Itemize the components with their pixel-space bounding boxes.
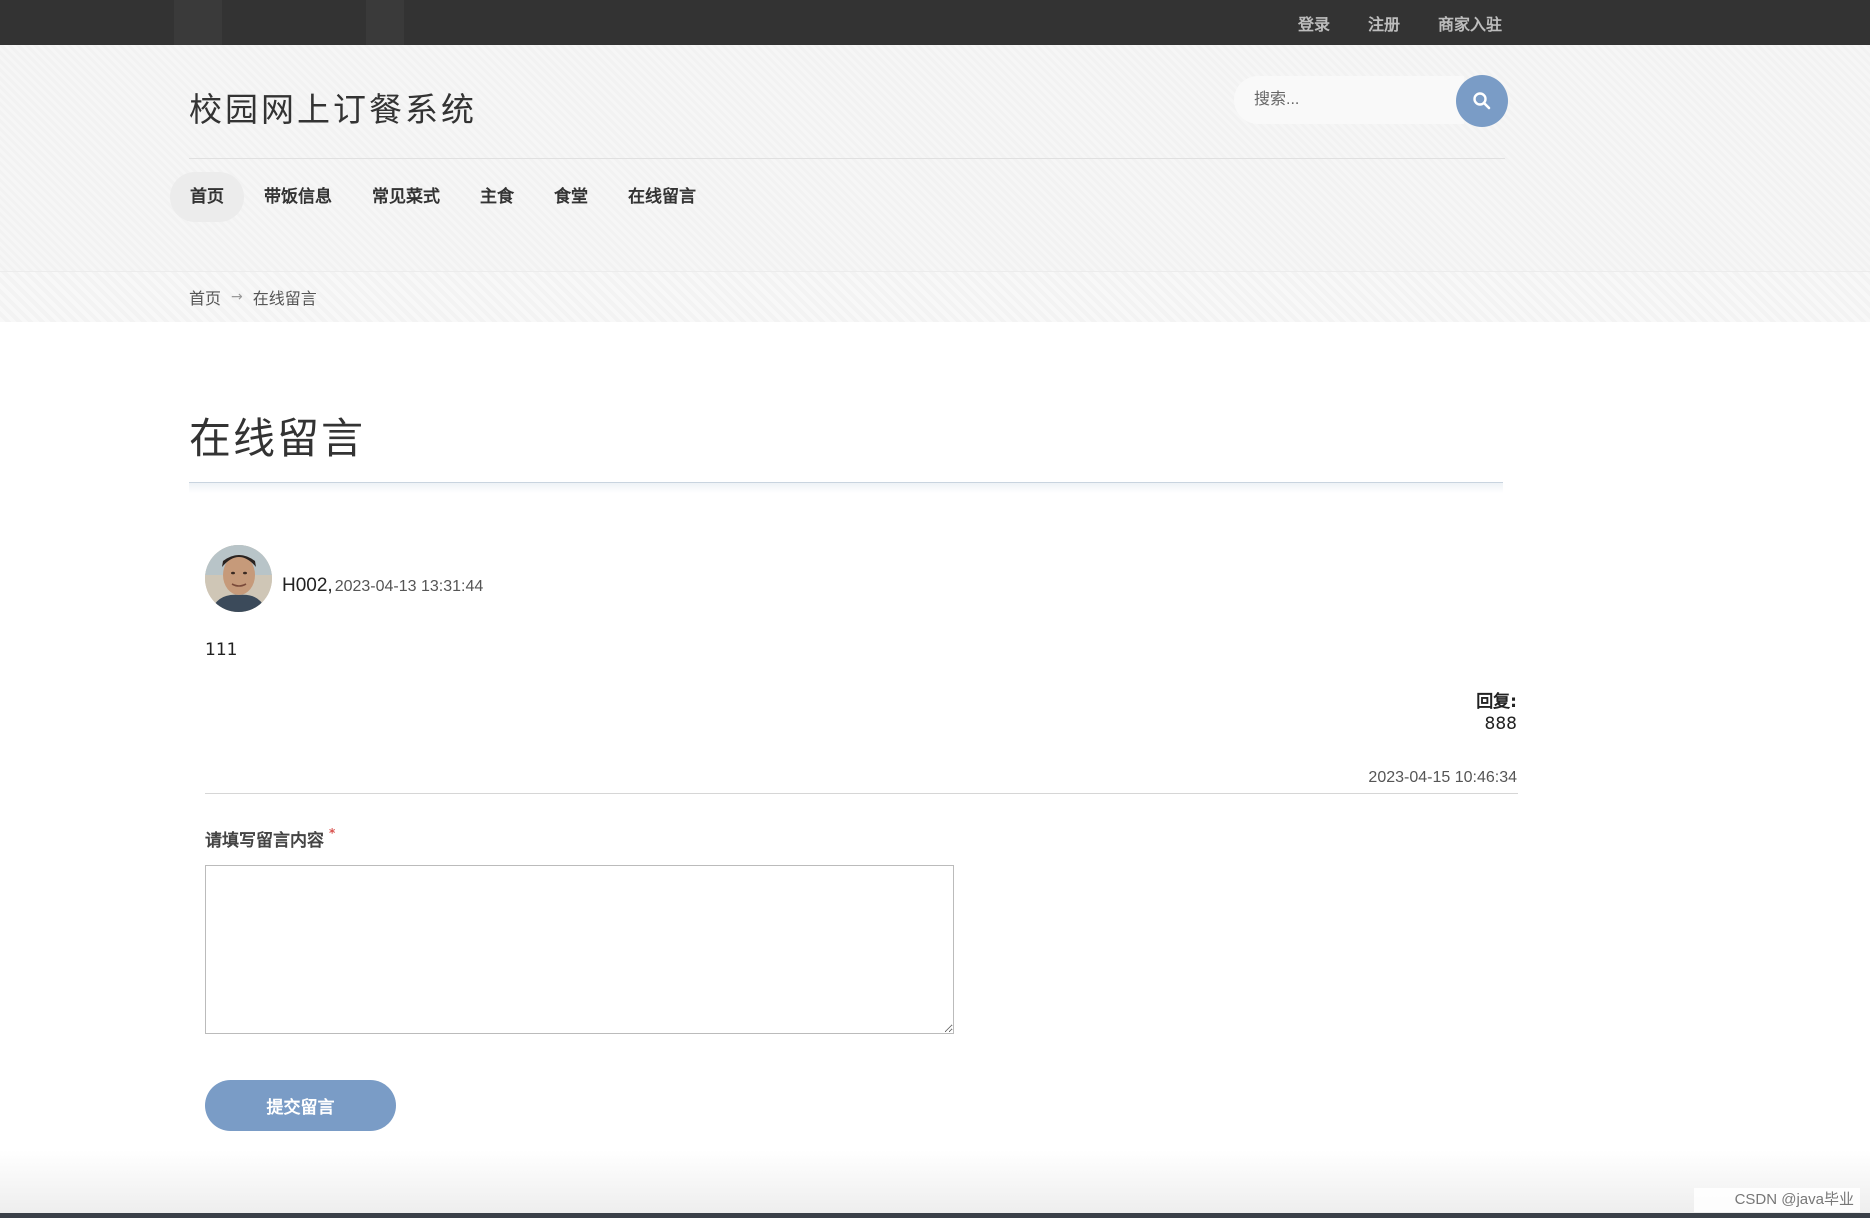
message-textarea[interactable]	[205, 865, 954, 1034]
login-link[interactable]: 登录	[1298, 11, 1330, 35]
nav-item-common-dishes[interactable]: 常见菜式	[352, 172, 460, 222]
search-box	[1234, 75, 1508, 127]
message-divider	[205, 793, 1518, 794]
merchant-join-link[interactable]: 商家入驻	[1438, 11, 1502, 35]
nav-item-meal-delivery[interactable]: 带饭信息	[244, 172, 352, 222]
breadcrumb-home-link[interactable]: 首页	[189, 285, 221, 309]
breadcrumb-current: 在线留言	[252, 289, 317, 308]
breadcrumb: 首页 → 在线留言	[189, 272, 317, 322]
topbar-decoration	[174, 0, 222, 45]
submit-message-button[interactable]: 提交留言	[205, 1080, 396, 1131]
footer-fade	[0, 1150, 1870, 1213]
nav-item-staple-food[interactable]: 主食	[460, 172, 534, 222]
register-link[interactable]: 注册	[1368, 11, 1400, 35]
reply-label: 回复:	[1476, 692, 1517, 712]
reply-content: 888	[1484, 714, 1517, 734]
message-form-label-text: 请填写留言内容	[205, 831, 324, 851]
page-title: 在线留言	[189, 414, 366, 463]
site-header: 校园网上订餐系统 首页 带饭信息 常见菜式 主食 食堂 在线留言	[0, 45, 1870, 271]
top-bar: 登录 注册 商家入驻	[0, 0, 1870, 45]
title-divider	[189, 482, 1503, 493]
user-avatar	[205, 545, 272, 612]
reply-timestamp: 2023-04-15 10:46:34	[1368, 769, 1517, 786]
search-button[interactable]	[1456, 75, 1508, 127]
site-title[interactable]: 校园网上订餐系统	[189, 83, 477, 131]
message-timestamp: 2023-04-13 13:31:44	[334, 578, 484, 595]
search-icon	[1473, 92, 1491, 110]
nav-item-messages[interactable]: 在线留言	[608, 172, 716, 222]
watermark: CSDN @java毕业	[1694, 1188, 1860, 1212]
topbar-decoration	[366, 0, 404, 45]
search-input[interactable]	[1234, 76, 1464, 124]
footer-bar	[0, 1213, 1870, 1218]
main-nav: 首页 带饭信息 常见菜式 主食 食堂 在线留言	[170, 172, 716, 222]
nav-item-home[interactable]: 首页	[170, 172, 244, 222]
header-divider	[189, 158, 1505, 159]
breadcrumb-bar: 首页 → 在线留言	[0, 271, 1870, 322]
message-content: 111	[205, 640, 238, 660]
message-username: H002,	[282, 575, 333, 596]
message-meta: H002, 2023-04-13 13:31:44	[282, 575, 483, 597]
arrow-right-icon: →	[231, 289, 243, 305]
message-form-label: 请填写留言内容 *	[205, 826, 335, 851]
required-marker: *	[329, 826, 336, 840]
nav-item-canteen[interactable]: 食堂	[534, 172, 608, 222]
top-links: 登录 注册 商家入驻	[1298, 0, 1502, 45]
